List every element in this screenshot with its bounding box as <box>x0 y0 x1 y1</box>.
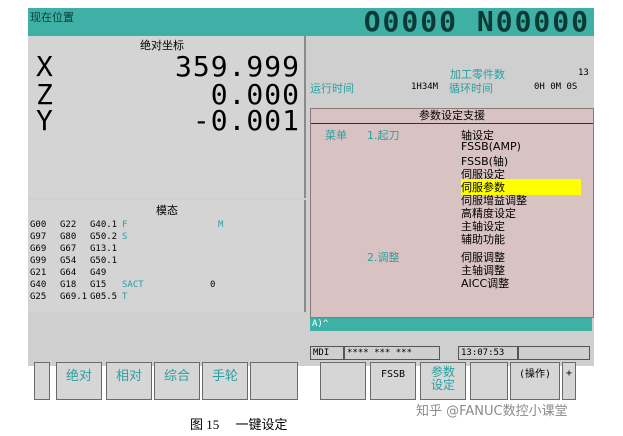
modal-code: F <box>122 220 128 230</box>
runtime-value: 1H34M <box>411 82 439 92</box>
modal-code: G80 <box>60 232 77 242</box>
modal-code: M <box>218 220 224 230</box>
modal-code: G40.1 <box>90 220 118 230</box>
coordinate-panel: 绝对坐标 X 359.999 Z 0.000 Y -0.001 <box>28 36 306 198</box>
info-panel: 加工零件数 13 运行时间 1H34M 循环时间 0H 0M 0S <box>308 36 594 108</box>
modal-title: 模态 <box>156 204 178 217</box>
watermark: 知乎 @FANUC数控小课堂 <box>416 404 568 419</box>
parts-value: 13 <box>578 68 589 78</box>
modal-code: G50.2 <box>90 232 118 242</box>
softkey[interactable]: FSSB <box>370 362 416 400</box>
clock: 13:07:53 <box>458 346 518 360</box>
modal-code: S <box>122 232 128 242</box>
softkey[interactable]: 绝对 <box>56 362 102 400</box>
section-adjust[interactable]: 2.调整 <box>367 249 400 265</box>
softkey[interactable] <box>470 362 508 400</box>
softkey[interactable]: 相对 <box>106 362 152 400</box>
modal-code: G13.1 <box>90 244 118 254</box>
softkey[interactable] <box>250 362 298 400</box>
program-number: O0000 N00000 <box>363 5 590 38</box>
softkey-left-arrow[interactable] <box>34 362 50 400</box>
modal-code: G50.1 <box>90 256 118 266</box>
softkey[interactable]: 综合 <box>154 362 200 400</box>
modal-code: G05.5 <box>90 292 118 302</box>
modal-code: G69.1 <box>60 292 88 302</box>
title-bar: 现在位置 O0000 N00000 <box>28 5 594 38</box>
status-blank <box>518 346 590 360</box>
modal-code: G22 <box>60 220 77 230</box>
command-line[interactable]: A)^ <box>310 318 592 331</box>
modal-code: G99 <box>30 256 47 266</box>
figure-caption: 图 15 一键设定 <box>190 417 288 432</box>
section-startup[interactable]: 1.起刀 <box>367 127 400 143</box>
axis-y-label: Y <box>36 104 53 137</box>
location-label: 现在位置 <box>30 11 74 24</box>
modal-code: G15 <box>90 280 107 290</box>
softkey[interactable]: (操作) <box>510 362 560 400</box>
softkey[interactable]: 手轮 <box>202 362 248 400</box>
modal-code: G69 <box>30 244 47 254</box>
modal-code: G97 <box>30 232 47 242</box>
mode-indicator: MDI <box>310 346 344 360</box>
modal-code: G18 <box>60 280 77 290</box>
menu-item[interactable]: AICC调整 <box>461 275 509 291</box>
softkey[interactable]: + <box>562 362 576 400</box>
modal-panel: 模态 G00 G22 G40.1 F M G97 G80 G50.2 S G69 G67 G13.1 G… <box>28 200 306 312</box>
modal-code: 0 <box>210 280 216 290</box>
modal-code: G67 <box>60 244 77 254</box>
cycle-value: 0H 0M 0S <box>534 82 578 92</box>
modal-code: G54 <box>60 256 77 266</box>
param-setup-dialog: 参数设定支援 菜单 1.起刀 2.调整 轴设定 FSSB(AMP) FSSB(轴) 伺… <box>310 108 594 318</box>
status-stars: **** *** *** <box>344 346 440 360</box>
modal-code: G21 <box>30 268 47 278</box>
modal-code: SACT <box>122 280 144 290</box>
menu-item[interactable]: 辅助功能 <box>461 231 505 247</box>
dialog-title: 参数设定支援 <box>311 109 593 124</box>
modal-code: G64 <box>60 268 77 278</box>
modal-code: G00 <box>30 220 47 230</box>
softkey[interactable]: 参数 设定 <box>420 362 466 400</box>
menu-item[interactable]: FSSB(AMP) <box>461 140 521 153</box>
modal-code: T <box>122 292 128 302</box>
modal-code: G40 <box>30 280 47 290</box>
axis-y-value: -0.001 <box>192 104 300 137</box>
modal-code: G25 <box>30 292 47 302</box>
softkey[interactable] <box>320 362 366 400</box>
status-bar: MDI **** *** *** 13:07:53 <box>310 346 590 360</box>
cycle-label: 循环时间 <box>449 82 493 95</box>
softkey-bar: 绝对 相对 综合 手轮 FSSB 参数 设定 (操作) + <box>28 362 594 402</box>
menu-label: 菜单 <box>325 129 347 142</box>
modal-code: G49 <box>90 268 107 278</box>
runtime-label: 运行时间 <box>310 82 354 95</box>
